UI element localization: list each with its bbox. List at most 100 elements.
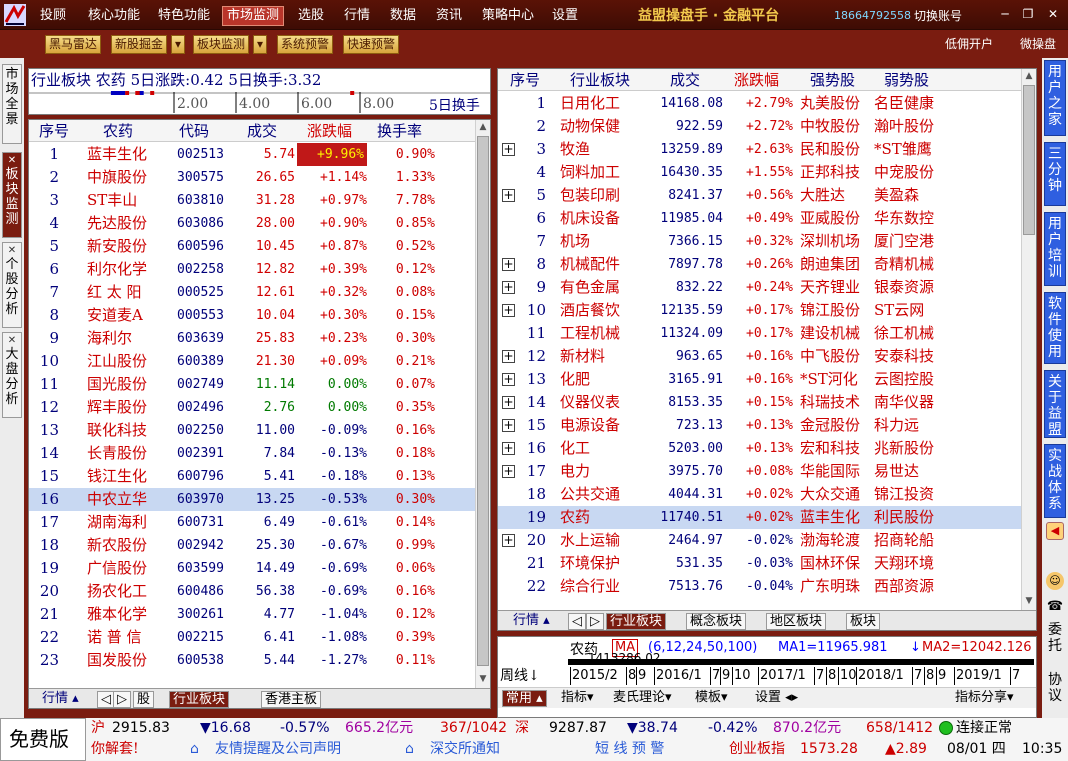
- table-row[interactable]: 1 蓝丰生化 002513 5.74 +9.96% 0.90%: [29, 143, 475, 166]
- table-row[interactable]: +12 新材料 963.65 +0.16% 中飞股份 安泰科技: [498, 345, 1021, 368]
- mascot-icon[interactable]: ☺: [1046, 572, 1064, 590]
- table-row[interactable]: 22 诺 普 信 002215 6.41 -1.08% 0.39%: [29, 626, 475, 649]
- expand-icon[interactable]: +: [502, 465, 515, 478]
- new-stock-button[interactable]: 新股掘金: [111, 35, 168, 54]
- expand-icon[interactable]: +: [502, 373, 515, 386]
- new-stock-dropdown-icon[interactable]: ▾: [171, 35, 185, 54]
- table-row[interactable]: 15 钱江生化 600796 5.41 -0.18% 0.13%: [29, 465, 475, 488]
- expand-icon[interactable]: +: [502, 442, 515, 455]
- expand-icon[interactable]: +: [502, 304, 515, 317]
- table-row[interactable]: +16 化工 5203.00 +0.13% 宏和科技 兆新股份: [498, 437, 1021, 460]
- scroll-thumb[interactable]: [1023, 85, 1035, 235]
- sh-label[interactable]: 沪: [91, 719, 105, 737]
- headset-icon[interactable]: ☎: [1046, 598, 1064, 616]
- table-row[interactable]: 6 机床设备 11985.04 +0.49% 亚威股份 华东数控: [498, 207, 1021, 230]
- col-change[interactable]: 涨跌幅: [734, 71, 779, 89]
- expand-icon[interactable]: +: [502, 419, 515, 432]
- table-row[interactable]: 6 利尔化学 002258 12.82 +0.39% 0.12%: [29, 258, 475, 281]
- close-icon[interactable]: ✕: [1046, 7, 1060, 21]
- right-tab-item[interactable]: 实战体系: [1044, 444, 1066, 518]
- table-row[interactable]: 9 海利尔 603639 25.83 +0.23% 0.30%: [29, 327, 475, 350]
- agreement-tab[interactable]: 协议: [1043, 672, 1067, 704]
- table-row[interactable]: 3 ST丰山 603810 31.28 +0.97% 7.78%: [29, 189, 475, 212]
- black-horse-radar-button[interactable]: 黑马雷达: [45, 35, 102, 54]
- sector-monitor-button[interactable]: 板块监测: [193, 35, 250, 54]
- table-row[interactable]: 4 先达股份 603086 28.00 +0.90% 0.85%: [29, 212, 475, 235]
- expand-icon[interactable]: +: [502, 143, 515, 156]
- indicator-share-button[interactable]: 指标分享▾: [952, 690, 1017, 707]
- scroll-down-icon[interactable]: ▼: [1022, 594, 1036, 608]
- col-volume[interactable]: 成交: [670, 71, 700, 89]
- table-row[interactable]: 4 饲料加工 16430.35 +1.55% 正邦科技 中宠股份: [498, 161, 1021, 184]
- system-alert-button[interactable]: 系统预警: [277, 35, 334, 54]
- menu-item[interactable]: 市场监测: [222, 6, 285, 26]
- menu-item[interactable]: 策略中心: [478, 6, 538, 26]
- tab-next-icon[interactable]: ▷: [586, 613, 604, 630]
- tool-settings[interactable]: 设置 ◂▸: [752, 690, 801, 707]
- period-select[interactable]: 周线↓: [500, 665, 540, 685]
- table-row[interactable]: +8 机械配件 7897.78 +0.26% 朗迪集团 奇精机械: [498, 253, 1021, 276]
- sh-index[interactable]: 2915.83: [112, 719, 170, 737]
- short-term-alert[interactable]: 短 线 预 警: [595, 740, 664, 758]
- sz-label[interactable]: 深: [515, 719, 529, 737]
- trade-entrust-tab[interactable]: 委托: [1043, 622, 1067, 654]
- table-row[interactable]: 21 雅本化学 300261 4.77 -1.04% 0.12%: [29, 603, 475, 626]
- table-row[interactable]: +13 化肥 3165.91 +0.16% *ST河化 云图控股: [498, 368, 1021, 391]
- expand-icon[interactable]: +: [502, 189, 515, 202]
- col-code[interactable]: 代码: [179, 122, 209, 140]
- table-row[interactable]: +5 包装印刷 8241.37 +0.56% 大胜达 美盈森: [498, 184, 1021, 207]
- right-tab-item[interactable]: 关于益盟: [1044, 370, 1066, 438]
- table-row[interactable]: 17 湖南海利 600731 6.49 -0.61% 0.14%: [29, 511, 475, 534]
- table-row[interactable]: +3 牧渔 13259.89 +2.63% 民和股份 *ST雏鹰: [498, 138, 1021, 161]
- col-index[interactable]: 序号: [39, 122, 69, 140]
- menu-item[interactable]: 投顾: [36, 6, 70, 26]
- sector-scrollbar[interactable]: ▲ ▼: [1021, 69, 1036, 610]
- menu-item[interactable]: 资讯: [432, 6, 466, 26]
- left-tab-index-analysis[interactable]: ✕ 大盘分析: [2, 332, 22, 418]
- table-row[interactable]: +14 仪器仪表 8153.35 +0.15% 科瑞技术 南华仪器: [498, 391, 1021, 414]
- table-row[interactable]: +9 有色金属 832.22 +0.24% 天齐锂业 银泰资源: [498, 276, 1021, 299]
- tab-hk-main[interactable]: 香港主板: [261, 691, 322, 708]
- table-row[interactable]: 18 公共交通 4044.31 +0.02% 大众交通 锦江投资: [498, 483, 1021, 506]
- table-row[interactable]: 5 新安股份 600596 10.45 +0.87% 0.52%: [29, 235, 475, 258]
- home-icon[interactable]: ⌂: [190, 740, 199, 758]
- table-row[interactable]: 12 辉丰股份 002496 2.76 0.00% 0.35%: [29, 396, 475, 419]
- menu-item[interactable]: 行情: [340, 6, 374, 26]
- table-row[interactable]: 11 国光股份 002749 11.14 0.00% 0.07%: [29, 373, 475, 396]
- expand-icon[interactable]: +: [502, 281, 515, 294]
- table-row[interactable]: 14 长青股份 002391 7.84 -0.13% 0.18%: [29, 442, 475, 465]
- stock-scrollbar[interactable]: ▲ ▼: [475, 120, 490, 688]
- right-tab-item[interactable]: 软件使用: [1044, 292, 1066, 364]
- right-tab-item[interactable]: 用户培训: [1044, 212, 1066, 286]
- tab-stocks[interactable]: 股: [133, 691, 155, 708]
- switch-account-link[interactable]: 切换账号: [914, 7, 962, 25]
- table-row[interactable]: 20 扬农化工 600486 56.38 -0.69% 0.16%: [29, 580, 475, 603]
- menu-item[interactable]: 数据: [386, 6, 420, 26]
- cyb-label[interactable]: 创业板指: [729, 740, 785, 758]
- menu-item[interactable]: 设置: [548, 6, 582, 26]
- quote-tab[interactable]: 行情 ▴: [39, 691, 82, 708]
- menu-item[interactable]: 特色功能: [154, 6, 214, 26]
- tool-mai-theory[interactable]: 麦氏理论▾: [610, 690, 675, 707]
- table-row[interactable]: 2 中旗股份 300575 26.65 +1.14% 1.33%: [29, 166, 475, 189]
- minimize-icon[interactable]: ─: [998, 7, 1012, 21]
- table-row[interactable]: 8 安道麦A 000553 10.04 +0.30% 0.15%: [29, 304, 475, 327]
- notice-disclaimer-link[interactable]: 友情提醒及公司声明: [215, 740, 341, 758]
- expand-icon[interactable]: +: [502, 396, 515, 409]
- close-icon[interactable]: ✕: [3, 155, 21, 167]
- scroll-up-icon[interactable]: ▲: [1022, 69, 1036, 83]
- table-row[interactable]: 23 国发股份 600538 5.44 -1.27% 0.11%: [29, 649, 475, 672]
- col-turnover[interactable]: 换手率: [377, 122, 422, 140]
- close-icon[interactable]: ✕: [3, 245, 21, 257]
- right-tab-item[interactable]: 三分钟: [1044, 142, 1066, 206]
- right-tab-item[interactable]: 用户之家: [1044, 60, 1066, 136]
- tool-template[interactable]: 模板▾: [692, 690, 731, 707]
- notice-szse-link[interactable]: 深交所通知: [430, 740, 500, 758]
- expand-icon[interactable]: +: [502, 350, 515, 363]
- table-row[interactable]: 11 工程机械 11324.09 +0.17% 建设机械 徐工机械: [498, 322, 1021, 345]
- quote-tab[interactable]: 行情 ▴: [510, 613, 553, 630]
- col-strong[interactable]: 强势股: [810, 71, 855, 89]
- menu-item[interactable]: 选股: [294, 6, 328, 26]
- col-change[interactable]: 涨跌幅: [307, 122, 352, 140]
- left-tab-market-overview[interactable]: 市场全景: [2, 64, 22, 144]
